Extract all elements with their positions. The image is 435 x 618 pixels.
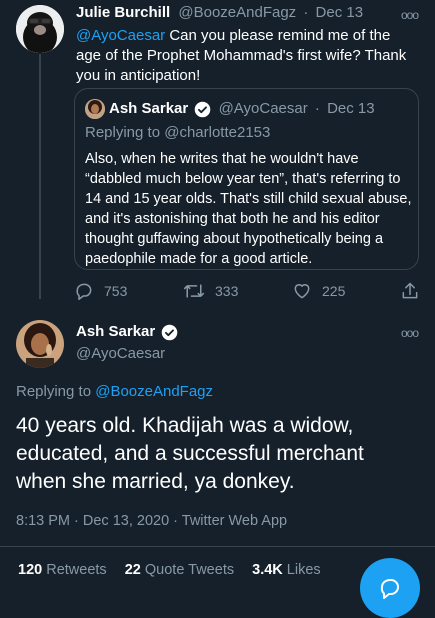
main-timestamp[interactable]: 8:13 PM · Dec 13, 2020 · Twitter Web App xyxy=(16,513,287,529)
quoted-separator: · xyxy=(314,100,320,117)
compose-icon xyxy=(380,579,399,599)
quoted-avatar xyxy=(85,99,105,119)
quoted-replying: Replying to @charlotte2153 xyxy=(85,124,270,141)
likes-label: Likes xyxy=(286,562,321,578)
main-stats: 120 Retweets 22 Quote Tweets 3.4K Likes xyxy=(18,562,321,578)
retweets-label: Retweets xyxy=(46,562,107,578)
main-author-name: Ash Sarkar xyxy=(76,323,156,340)
ash-avatar-image xyxy=(16,320,64,368)
retweet-count: 333 xyxy=(215,283,239,299)
verified-icon xyxy=(195,101,211,117)
thread-line xyxy=(39,54,41,299)
quoted-text: Also, when he writes that he wouldn't ha… xyxy=(85,151,412,267)
main-author[interactable]: Ash Sarkar xyxy=(76,323,178,341)
reply-count: 753 xyxy=(104,283,128,299)
retweet-icon xyxy=(183,284,205,298)
parent-more-icon[interactable]: ooo xyxy=(401,8,419,22)
quoted-author-name: Ash Sarkar xyxy=(109,100,189,117)
parent-mention[interactable]: @AyoCaesar xyxy=(76,27,165,44)
main-more-icon[interactable]: ooo xyxy=(401,326,419,340)
retweet-action[interactable]: 333 xyxy=(183,281,238,301)
retweets-count: 120 xyxy=(18,562,43,578)
like-count: 225 xyxy=(322,283,346,299)
like-icon xyxy=(294,284,310,299)
stats-divider-top xyxy=(0,546,435,547)
quotes-stat[interactable]: 22 Quote Tweets xyxy=(125,562,238,578)
quoted-replying-handle: @charlotte2153 xyxy=(164,124,271,141)
quoted-avatar-image xyxy=(85,99,105,119)
parent-handle[interactable]: @BoozeAndFagz xyxy=(178,4,296,21)
parent-author-name[interactable]: Julie Burchill xyxy=(76,4,170,21)
parent-tweet-text: @AyoCaesar Can you please remind me of t… xyxy=(76,26,416,86)
quoted-replying-prefix: Replying to xyxy=(85,124,165,141)
main-replying-handle[interactable]: @BoozeAndFagz xyxy=(95,383,213,400)
retweets-stat[interactable]: 120 Retweets xyxy=(18,562,111,578)
reply-icon xyxy=(76,283,92,301)
julie-avatar-image xyxy=(16,5,64,53)
quotes-label: Quote Tweets xyxy=(144,562,235,578)
parent-date[interactable]: Dec 13 xyxy=(316,4,364,21)
likes-count: 3.4K xyxy=(252,562,283,578)
main-tweet-text: 40 years old. Khadijah was a widow, educ… xyxy=(16,414,364,493)
parent-tweet-header: Julie Burchill @BoozeAndFagz · Dec 13 xyxy=(76,4,363,21)
main-handle[interactable]: @AyoCaesar xyxy=(76,345,165,362)
quoted-tweet-card[interactable]: Ash Sarkar @AyoCaesar · Dec 13 Replying … xyxy=(74,88,419,270)
verified-icon xyxy=(162,324,178,340)
quoted-header: Ash Sarkar @AyoCaesar · Dec 13 xyxy=(109,100,375,118)
ash-avatar[interactable] xyxy=(16,320,64,368)
share-icon xyxy=(402,282,418,299)
share-action[interactable] xyxy=(400,281,420,306)
quoted-handle: @AyoCaesar xyxy=(218,100,308,117)
reply-action[interactable]: 753 xyxy=(74,281,127,301)
parent-separator: · xyxy=(303,4,309,21)
quoted-date: Dec 13 xyxy=(327,100,375,117)
main-replying: Replying to @BoozeAndFagz xyxy=(16,383,213,400)
compose-button[interactable] xyxy=(360,558,420,618)
main-replying-prefix: Replying to xyxy=(16,383,96,400)
like-action[interactable]: 225 xyxy=(292,281,345,301)
likes-stat[interactable]: 3.4K Likes xyxy=(252,562,321,578)
quotes-count: 22 xyxy=(124,562,141,578)
julie-avatar[interactable] xyxy=(16,5,64,53)
